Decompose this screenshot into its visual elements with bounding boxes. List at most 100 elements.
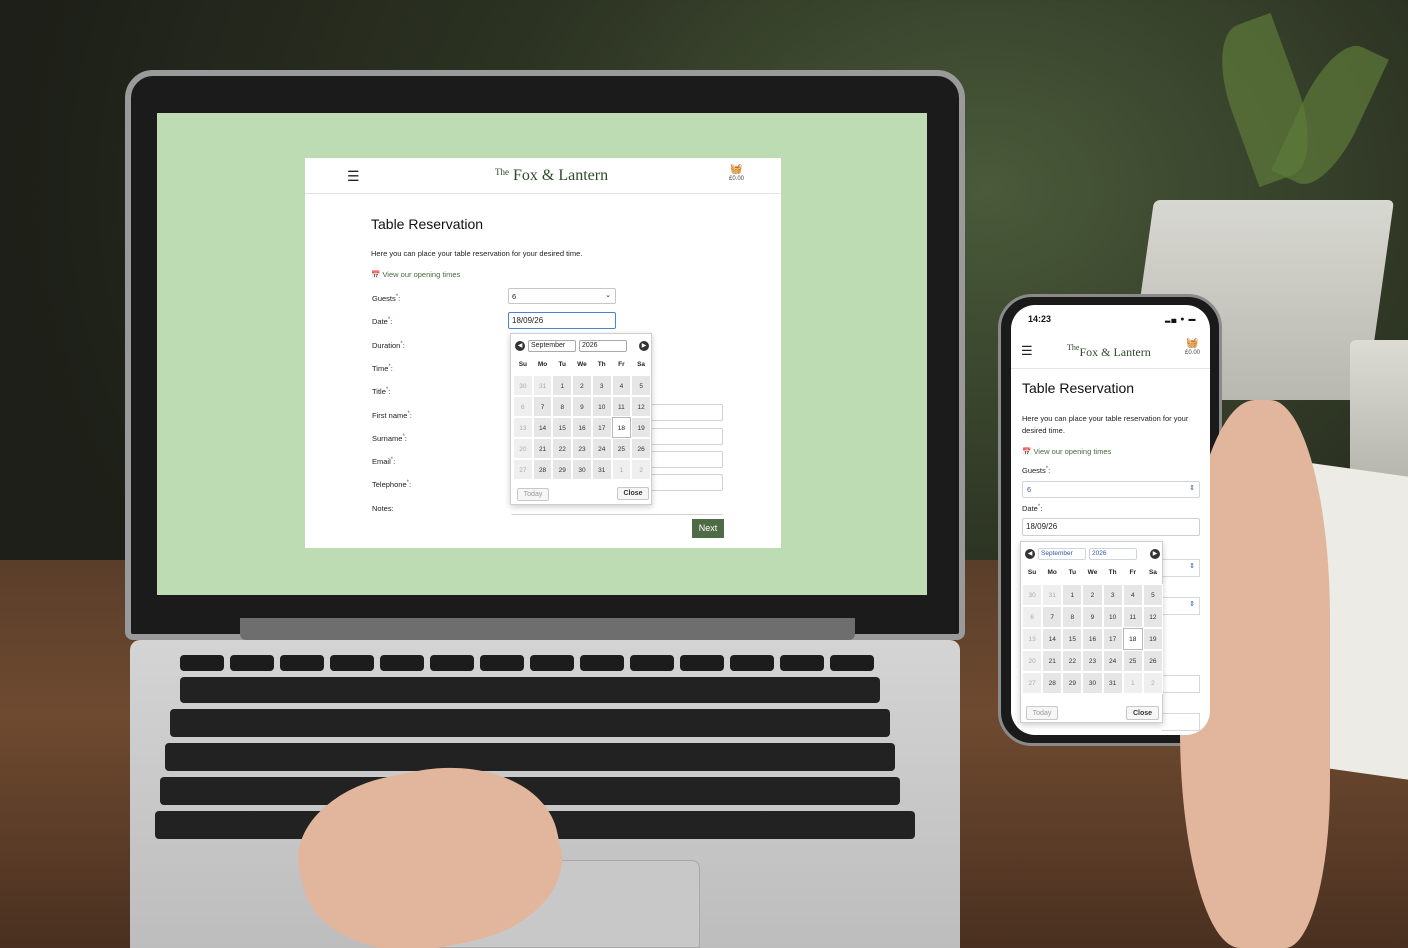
prev-month-icon[interactable]: ◀ <box>515 340 525 351</box>
calendar-day[interactable]: 13 <box>513 417 533 438</box>
opening-times-link[interactable]: 📅 View our opening times <box>371 270 460 279</box>
today-button[interactable]: Today <box>517 488 549 501</box>
calendar-day[interactable]: 22 <box>1062 650 1083 672</box>
calendar-day[interactable]: 2 <box>572 375 592 396</box>
date-input[interactable]: 18/09/26 <box>508 312 616 329</box>
first-name-input-edge[interactable] <box>1162 675 1200 693</box>
calendar-day[interactable]: 29 <box>552 459 573 480</box>
calendar-day[interactable]: 21 <box>1042 650 1063 672</box>
calendar-day[interactable]: 17 <box>591 417 612 438</box>
calendar-day[interactable]: 10 <box>591 396 612 417</box>
calendar-day[interactable]: 2 <box>631 459 651 480</box>
calendar-day[interactable]: 9 <box>572 396 592 417</box>
calendar-day[interactable]: 9 <box>1082 606 1103 628</box>
calendar-day[interactable]: 3 <box>1102 584 1123 606</box>
calendar-day[interactable]: 19 <box>631 417 651 438</box>
next-month-icon[interactable]: ▶ <box>639 340 649 351</box>
calendar-day[interactable]: 18 <box>1122 628 1143 650</box>
calendar-day[interactable]: 1 <box>1122 672 1143 694</box>
calendar-day[interactable]: 30 <box>1022 584 1043 606</box>
calendar-day[interactable]: 16 <box>572 417 592 438</box>
calendar-day[interactable]: 24 <box>1102 650 1123 672</box>
opening-times-link[interactable]: 📅 View our opening times <box>1022 447 1111 456</box>
calendar-day[interactable]: 26 <box>631 438 651 459</box>
duration-select-edge[interactable]: ⇕ <box>1162 559 1200 577</box>
calendar-day[interactable]: 18 <box>611 417 632 438</box>
calendar-day[interactable]: 14 <box>1042 628 1063 650</box>
calendar-day[interactable]: 8 <box>1062 606 1083 628</box>
basket-button[interactable]: 🧺 £0.00 <box>1185 339 1200 357</box>
calendar-day[interactable]: 31 <box>1102 672 1123 694</box>
calendar-day[interactable]: 11 <box>611 396 632 417</box>
site-logo[interactable]: The Fox & Lantern <box>495 167 608 185</box>
close-button[interactable]: Close <box>617 487 649 500</box>
calendar-day[interactable]: 12 <box>1142 606 1163 628</box>
guests-select[interactable]: 6 ⌄ <box>508 288 616 304</box>
site-logo[interactable]: TheFox & Lantern <box>1067 343 1151 361</box>
calendar-day[interactable]: 26 <box>1142 650 1163 672</box>
calendar-day[interactable]: 23 <box>572 438 592 459</box>
calendar-day[interactable]: 1 <box>611 459 632 480</box>
calendar-day[interactable]: 20 <box>513 438 533 459</box>
calendar-day[interactable]: 10 <box>1102 606 1123 628</box>
calendar-day[interactable]: 21 <box>532 438 553 459</box>
telephone-input[interactable] <box>651 474 723 491</box>
calendar-day[interactable]: 5 <box>631 375 651 396</box>
calendar-day[interactable]: 25 <box>611 438 632 459</box>
calendar-day[interactable]: 24 <box>591 438 612 459</box>
calendar-day[interactable]: 29 <box>1062 672 1083 694</box>
calendar-day[interactable]: 28 <box>532 459 553 480</box>
basket-button[interactable]: 🧺 £0.00 <box>729 165 744 183</box>
calendar-day[interactable]: 30 <box>572 459 592 480</box>
calendar-day[interactable]: 19 <box>1142 628 1163 650</box>
calendar-day[interactable]: 5 <box>1142 584 1163 606</box>
calendar-day[interactable]: 27 <box>513 459 533 480</box>
calendar-day[interactable]: 4 <box>611 375 632 396</box>
calendar-day[interactable]: 31 <box>1042 584 1063 606</box>
surname-input[interactable] <box>651 428 723 445</box>
calendar-day[interactable]: 17 <box>1102 628 1123 650</box>
calendar-day[interactable]: 14 <box>532 417 553 438</box>
calendar-day[interactable]: 16 <box>1082 628 1103 650</box>
surname-input-edge[interactable] <box>1162 713 1200 731</box>
next-button[interactable]: Next <box>692 519 724 538</box>
calendar-day[interactable]: 28 <box>1042 672 1063 694</box>
today-button[interactable]: Today <box>1026 706 1058 720</box>
next-month-icon[interactable]: ▶ <box>1150 549 1160 559</box>
email-input[interactable] <box>651 451 723 468</box>
calendar-day[interactable]: 11 <box>1122 606 1143 628</box>
month-select[interactable]: September <box>1038 548 1086 560</box>
calendar-day[interactable]: 31 <box>591 459 612 480</box>
year-select[interactable]: 2026 <box>579 339 627 352</box>
calendar-day[interactable]: 12 <box>631 396 651 417</box>
calendar-day[interactable]: 2 <box>1142 672 1163 694</box>
calendar-day[interactable]: 7 <box>532 396 553 417</box>
calendar-day[interactable]: 30 <box>1082 672 1103 694</box>
date-input[interactable]: 18/09/26 <box>1022 518 1200 536</box>
calendar-day[interactable]: 13 <box>1022 628 1043 650</box>
calendar-day[interactable]: 30 <box>513 375 533 396</box>
calendar-day[interactable]: 6 <box>1022 606 1043 628</box>
calendar-day[interactable]: 4 <box>1122 584 1143 606</box>
calendar-day[interactable]: 25 <box>1122 650 1143 672</box>
calendar-day[interactable]: 27 <box>1022 672 1043 694</box>
close-button[interactable]: Close <box>1126 706 1159 720</box>
calendar-day[interactable]: 1 <box>1062 584 1083 606</box>
calendar-day[interactable]: 1 <box>552 375 573 396</box>
first-name-input[interactable] <box>651 404 723 421</box>
year-select[interactable]: 2026 <box>1089 548 1137 560</box>
calendar-day[interactable]: 6 <box>513 396 533 417</box>
calendar-day[interactable]: 2 <box>1082 584 1103 606</box>
hamburger-menu-icon[interactable]: ☰ <box>347 168 360 185</box>
hamburger-menu-icon[interactable]: ☰ <box>1021 343 1033 359</box>
time-select-edge[interactable]: ⇕ <box>1162 597 1200 615</box>
prev-month-icon[interactable]: ◀ <box>1025 549 1035 559</box>
calendar-day[interactable]: 23 <box>1082 650 1103 672</box>
calendar-day[interactable]: 31 <box>532 375 553 396</box>
calendar-day[interactable]: 15 <box>552 417 573 438</box>
guests-select[interactable]: 6 ⇕ <box>1022 481 1200 498</box>
calendar-day[interactable]: 8 <box>552 396 573 417</box>
calendar-day[interactable]: 22 <box>552 438 573 459</box>
calendar-day[interactable]: 20 <box>1022 650 1043 672</box>
month-select[interactable]: September <box>528 339 576 352</box>
